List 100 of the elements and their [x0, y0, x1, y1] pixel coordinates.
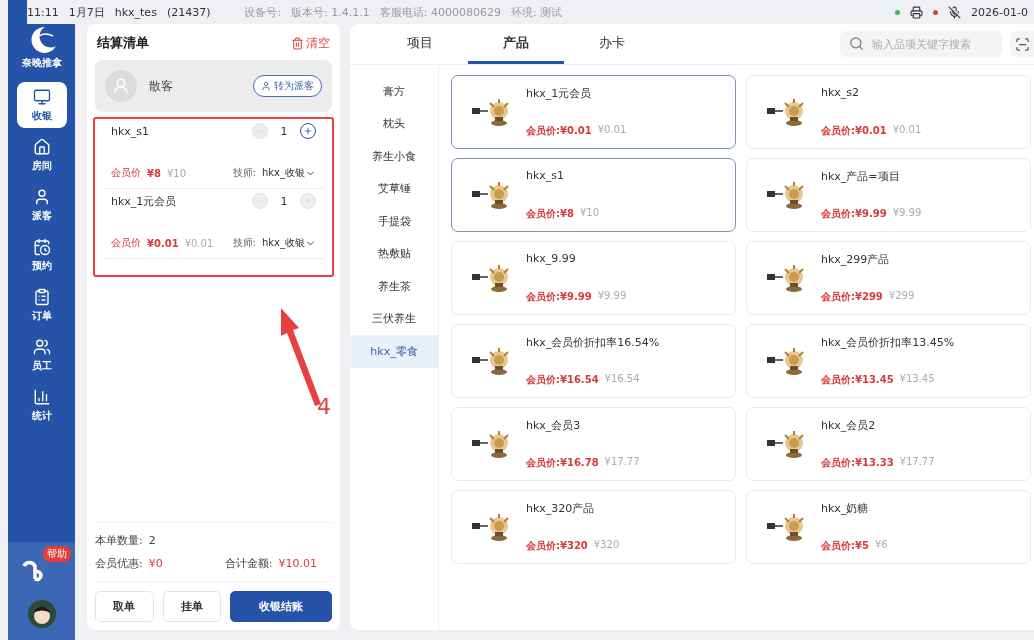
avatar-icon[interactable]	[27, 600, 56, 628]
product-name: hkx_会员3	[526, 418, 582, 433]
member-price: ¥8	[147, 167, 161, 179]
sidebar-item[interactable]: 员工	[16, 332, 67, 378]
sidebar-item[interactable]: 房间	[16, 132, 67, 178]
sidebar-item[interactable]: 订单	[16, 282, 67, 328]
product-card[interactable]: hkx_s1 会员价:¥8 ¥10	[451, 158, 736, 232]
order-button[interactable]: 挂单	[162, 591, 221, 622]
product-card[interactable]: hkx_产品=项目 会员价:¥9.99 ¥9.99	[746, 158, 1031, 232]
original-price: ¥299	[888, 290, 915, 303]
category-item[interactable]: 艾草锤	[350, 172, 438, 205]
category-item[interactable]: 养生茶	[350, 270, 438, 303]
category-item[interactable]: 膏方	[350, 75, 438, 108]
total-label: 合计金额:	[224, 556, 273, 571]
original-price: ¥9.99	[892, 207, 922, 220]
annotation-label: 4	[317, 394, 331, 419]
product-card[interactable]: hkx_会员价折扣率13.45% 会员价:¥13.45 ¥13.45	[746, 324, 1031, 398]
original-price: ¥0.01	[184, 237, 214, 249]
tab[interactable]: 办卡	[564, 24, 660, 64]
order-button[interactable]: 取单	[95, 591, 154, 622]
search-icon	[849, 36, 864, 51]
item-quantity: 1	[279, 194, 289, 208]
product-name: hkx_会员价折扣率16.54%	[526, 335, 660, 350]
product-name: hkx_s1	[526, 169, 566, 182]
member-price: 会员价:¥8	[526, 207, 574, 221]
convert-button[interactable]: 转为派客	[253, 75, 322, 97]
product-card[interactable]: hkx_奶糖 会员价:¥5 ¥6	[746, 490, 1031, 564]
product-name: hkx_299产品	[821, 252, 891, 267]
category-item[interactable]: 热敷贴	[350, 237, 438, 270]
discount-label: 会员优惠:	[95, 556, 143, 571]
version-label: 版本号: 1.4.1.1	[291, 4, 370, 20]
member-price: 会员价:¥13.33	[821, 456, 894, 470]
member-price: 会员价:¥5	[821, 539, 869, 553]
original-price: ¥10	[579, 207, 599, 220]
category-item[interactable]: 枕头	[350, 107, 438, 140]
mic-off-icon	[948, 5, 962, 19]
hotline-label: 客服电话: 4000080629	[379, 4, 502, 20]
trash-icon	[291, 36, 304, 50]
original-price: ¥17.77	[899, 456, 935, 469]
member-price: 会员价:¥16.78	[526, 456, 599, 470]
environment-label: 环境: 测试	[511, 4, 563, 20]
clipboard-icon	[32, 287, 51, 306]
member-price: 会员价:¥9.99	[526, 290, 592, 304]
plus-icon	[303, 196, 313, 206]
product-card[interactable]: hkx_320产品 会员价:¥320 ¥320	[451, 490, 736, 564]
people-icon	[32, 337, 51, 356]
original-price: ¥13.45	[899, 373, 935, 386]
member-price-label: 会员价	[111, 166, 141, 180]
item-name: hkx_s1	[111, 124, 151, 138]
product-card[interactable]: hkx_s2 会员价:¥0.01 ¥0.01	[746, 75, 1031, 149]
product-name: hkx_9.99	[526, 252, 577, 265]
cart-title: 结算清单	[97, 34, 149, 52]
technician-label: 技师:	[232, 236, 256, 250]
technician-select[interactable]: hkx_收银	[261, 166, 316, 180]
member-price: 会员价:¥9.99	[821, 207, 887, 221]
product-card[interactable]: hkx_会员2 会员价:¥13.33 ¥17.77	[746, 407, 1031, 481]
member-price: 会员价:¥299	[821, 290, 883, 304]
product-name: hkx_320产品	[526, 501, 596, 516]
discount-value: ¥0	[148, 557, 163, 570]
total-value: ¥10.01	[278, 557, 317, 570]
status-date: 1月7日	[68, 4, 105, 20]
product-name: hkx_产品=项目	[821, 169, 901, 184]
tab[interactable]: 项目	[372, 24, 468, 64]
status-dot	[933, 9, 939, 15]
product-card[interactable]: hkx_9.99 会员价:¥9.99 ¥9.99	[451, 241, 736, 315]
sidebar-item[interactable]: 预约	[16, 232, 67, 278]
sidebar-item[interactable]: 收银	[16, 82, 67, 128]
monitor-icon	[32, 87, 51, 106]
product-card[interactable]: hkx_会员3 会员价:¥16.78 ¥17.77	[451, 407, 736, 481]
plus-button[interactable]	[300, 123, 316, 139]
item-name: hkx_1元会员	[111, 193, 178, 209]
original-price: ¥0.01	[892, 124, 922, 137]
original-price: ¥10	[166, 167, 186, 179]
plus-icon	[303, 126, 313, 136]
product-name: hkx_s2	[821, 86, 861, 99]
product-name: hkx_奶糖	[821, 501, 870, 516]
member-price: 会员价:¥16.54	[526, 373, 599, 387]
help-badge[interactable]: 帮助	[42, 546, 71, 562]
scan-button[interactable]	[1010, 31, 1034, 57]
category-item[interactable]: 手提袋	[350, 205, 438, 238]
category-item[interactable]: 养生小食	[350, 140, 438, 173]
product-card[interactable]: hkx_1元会员 会员价:¥0.01 ¥0.01	[451, 75, 736, 149]
status-datetime: 2026-01-0	[971, 5, 1028, 19]
category-item[interactable]: hkx_零食	[350, 335, 438, 368]
device-label: 设备号:	[244, 4, 282, 20]
product-name: hkx_会员2	[821, 418, 877, 433]
product-card[interactable]: hkx_299产品 会员价:¥299 ¥299	[746, 241, 1031, 315]
sidebar-item[interactable]: 派客	[16, 182, 67, 228]
sidebar-item[interactable]: 统计	[16, 382, 67, 428]
technician-select[interactable]: hkx_收银	[261, 236, 316, 250]
status-dot	[895, 9, 901, 15]
printer-icon	[910, 5, 924, 19]
product-card[interactable]: hkx_会员价折扣率16.54% 会员价:¥16.54 ¥16.54	[451, 324, 736, 398]
search-field[interactable]: 输入品项关键字搜索	[840, 31, 1002, 57]
tab[interactable]: 产品	[468, 24, 564, 64]
clear-button[interactable]: 清空	[291, 34, 330, 52]
count-label: 本单数量:	[95, 533, 143, 548]
checkout-button[interactable]: 收银结账	[230, 591, 332, 622]
category-item[interactable]: 三伏养生	[350, 302, 438, 335]
original-price: ¥16.54	[604, 373, 640, 386]
